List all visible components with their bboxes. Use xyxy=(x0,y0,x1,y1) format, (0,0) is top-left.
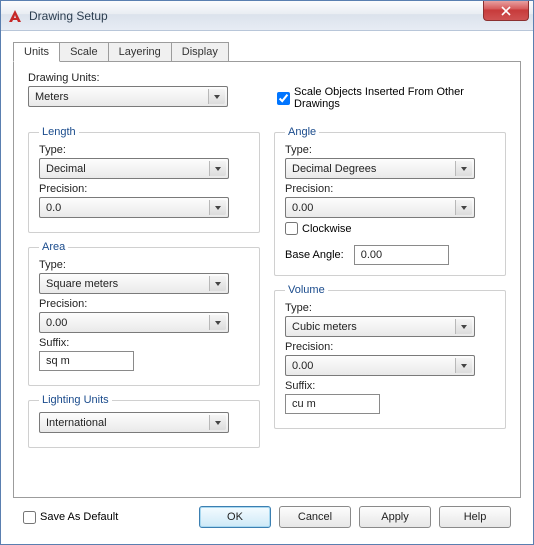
length-group: Length Type: Decimal Precision: 0.0 xyxy=(28,126,260,233)
volume-precision-value: 0.00 xyxy=(292,360,313,372)
chevron-down-icon xyxy=(208,89,225,104)
window-title: Drawing Setup xyxy=(29,9,108,23)
ok-button[interactable]: OK xyxy=(199,506,271,528)
lighting-legend: Lighting Units xyxy=(39,394,112,406)
chevron-down-icon xyxy=(209,315,226,330)
drawing-units-select[interactable]: Meters xyxy=(28,86,228,107)
angle-legend: Angle xyxy=(285,126,319,138)
length-type-select[interactable]: Decimal xyxy=(39,158,229,179)
angle-precision-select[interactable]: 0.00 xyxy=(285,197,475,218)
chevron-down-icon xyxy=(209,200,226,215)
angle-type-value: Decimal Degrees xyxy=(292,163,376,175)
area-suffix-input[interactable] xyxy=(39,351,134,371)
volume-group: Volume Type: Cubic meters Precision: 0. xyxy=(274,284,506,429)
tab-panel-units: Drawing Units: Meters Scale Objects Inse… xyxy=(13,61,521,498)
save-as-default-label: Save As Default xyxy=(40,511,118,523)
volume-legend: Volume xyxy=(285,284,328,296)
save-as-default-row[interactable]: Save As Default xyxy=(23,511,118,524)
area-precision-value: 0.00 xyxy=(46,317,67,329)
base-angle-input[interactable] xyxy=(354,245,449,265)
volume-type-select[interactable]: Cubic meters xyxy=(285,316,475,337)
angle-precision-label: Precision: xyxy=(285,183,495,195)
apply-button[interactable]: Apply xyxy=(359,506,431,528)
tab-strip: Units Scale Layering Display xyxy=(13,41,521,61)
volume-suffix-label: Suffix: xyxy=(285,380,495,392)
area-type-label: Type: xyxy=(39,259,249,271)
drawing-units-label: Drawing Units: xyxy=(28,72,257,84)
angle-type-select[interactable]: Decimal Degrees xyxy=(285,158,475,179)
chevron-down-icon xyxy=(455,161,472,176)
base-angle-label: Base Angle: xyxy=(285,249,344,261)
scale-objects-checkbox-row[interactable]: Scale Objects Inserted From Other Drawin… xyxy=(277,86,506,110)
length-type-label: Type: xyxy=(39,144,249,156)
lighting-select[interactable]: International xyxy=(39,412,229,433)
chevron-down-icon xyxy=(455,200,472,215)
volume-precision-select[interactable]: 0.00 xyxy=(285,355,475,376)
angle-group: Angle Type: Decimal Degrees Precision: xyxy=(274,126,506,276)
scale-objects-label: Scale Objects Inserted From Other Drawin… xyxy=(294,86,506,110)
area-precision-label: Precision: xyxy=(39,298,249,310)
length-legend: Length xyxy=(39,126,79,138)
scale-objects-checkbox[interactable] xyxy=(277,92,290,105)
chevron-down-icon xyxy=(455,319,472,334)
clockwise-checkbox[interactable] xyxy=(285,222,298,235)
titlebar: Drawing Setup xyxy=(1,1,533,31)
length-precision-label: Precision: xyxy=(39,183,249,195)
client-area: Units Scale Layering Display Drawing Uni… xyxy=(1,31,533,544)
tab-display[interactable]: Display xyxy=(171,42,229,62)
close-button[interactable] xyxy=(483,1,529,21)
help-button[interactable]: Help xyxy=(439,506,511,528)
area-type-select[interactable]: Square meters xyxy=(39,273,229,294)
tab-scale[interactable]: Scale xyxy=(59,42,109,62)
chevron-down-icon xyxy=(209,415,226,430)
chevron-down-icon xyxy=(455,358,472,373)
area-type-value: Square meters xyxy=(46,278,118,290)
cancel-button[interactable]: Cancel xyxy=(279,506,351,528)
volume-precision-label: Precision: xyxy=(285,341,495,353)
lighting-group: Lighting Units International xyxy=(28,394,260,448)
area-precision-select[interactable]: 0.00 xyxy=(39,312,229,333)
save-as-default-checkbox[interactable] xyxy=(23,511,36,524)
tab-units[interactable]: Units xyxy=(13,42,60,62)
dialog-window: Drawing Setup Units Scale Layering Displ… xyxy=(0,0,534,545)
volume-suffix-input[interactable] xyxy=(285,394,380,414)
angle-type-label: Type: xyxy=(285,144,495,156)
area-group: Area Type: Square meters Precision: 0.0 xyxy=(28,241,260,386)
length-precision-select[interactable]: 0.0 xyxy=(39,197,229,218)
volume-type-value: Cubic meters xyxy=(292,321,357,333)
volume-type-label: Type: xyxy=(285,302,495,314)
tab-layering[interactable]: Layering xyxy=(108,42,172,62)
chevron-down-icon xyxy=(209,276,226,291)
angle-precision-value: 0.00 xyxy=(292,202,313,214)
clockwise-label: Clockwise xyxy=(302,223,352,235)
length-precision-value: 0.0 xyxy=(46,202,61,214)
dialog-footer: Save As Default OK Cancel Apply Help xyxy=(13,498,521,536)
lighting-value: International xyxy=(46,417,107,429)
area-legend: Area xyxy=(39,241,68,253)
chevron-down-icon xyxy=(209,161,226,176)
length-type-value: Decimal xyxy=(46,163,86,175)
drawing-units-value: Meters xyxy=(35,91,69,103)
area-suffix-label: Suffix: xyxy=(39,337,249,349)
app-icon xyxy=(7,8,23,24)
clockwise-checkbox-row[interactable]: Clockwise xyxy=(285,222,495,235)
